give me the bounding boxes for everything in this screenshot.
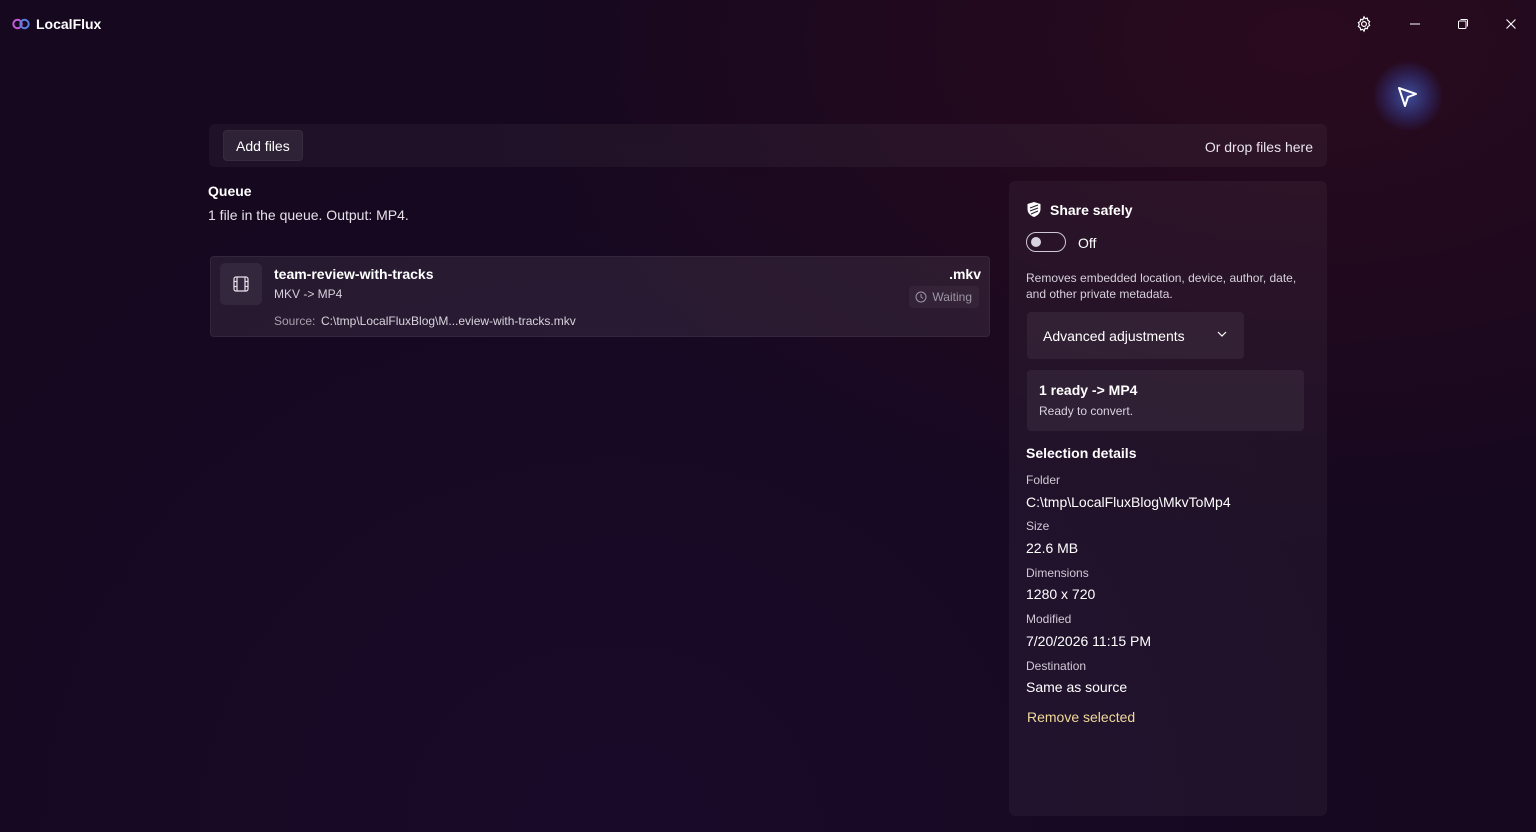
file-name: team-review-with-tracks bbox=[274, 266, 434, 282]
size-value: 22.6 MB bbox=[1026, 540, 1079, 556]
share-safely-toggle[interactable] bbox=[1026, 232, 1066, 252]
toggle-state-label: Off bbox=[1078, 235, 1097, 251]
clock-icon bbox=[915, 291, 927, 303]
modified-value: 7/20/2026 11:15 PM bbox=[1026, 633, 1152, 649]
queue-summary: 1 file in the queue. Output: MP4. bbox=[208, 207, 409, 223]
title-bar: LocalFlux bbox=[0, 0, 1536, 48]
close-icon bbox=[1506, 19, 1516, 29]
settings-button[interactable] bbox=[1348, 8, 1380, 40]
cursor-pointer-icon bbox=[1398, 87, 1417, 107]
status-badge: Waiting bbox=[909, 286, 979, 308]
share-safely-header: Share safely bbox=[1026, 201, 1133, 218]
minimize-icon bbox=[1410, 23, 1420, 25]
file-conversion: MKV -> MP4 bbox=[274, 287, 343, 301]
share-safely-title: Share safely bbox=[1050, 201, 1133, 218]
queue-item[interactable]: team-review-with-tracks MKV -> MP4 Sourc… bbox=[210, 256, 990, 337]
add-files-button[interactable]: Add files bbox=[223, 130, 303, 161]
queue-heading: Queue bbox=[208, 183, 252, 199]
share-safely-description: Removes embedded location, device, autho… bbox=[1026, 271, 1297, 301]
app-logo-icon bbox=[12, 18, 30, 30]
file-thumbnail bbox=[220, 263, 262, 305]
details-panel: Share safely Off Removes embedded locati… bbox=[1009, 181, 1327, 816]
ready-subtitle: Ready to convert. bbox=[1039, 404, 1134, 418]
remove-selected-link[interactable]: Remove selected bbox=[1027, 709, 1135, 725]
folder-label: Folder bbox=[1026, 473, 1061, 487]
minimize-button[interactable] bbox=[1399, 8, 1431, 40]
toggle-knob bbox=[1031, 237, 1041, 247]
gear-icon bbox=[1357, 15, 1371, 33]
file-extension: .mkv bbox=[949, 266, 981, 282]
chevron-down-icon bbox=[1217, 331, 1227, 337]
film-icon bbox=[233, 276, 249, 292]
dimensions-label: Dimensions bbox=[1026, 566, 1089, 580]
destination-value: Same as source bbox=[1026, 679, 1128, 695]
restore-icon bbox=[1458, 19, 1468, 29]
ready-title: 1 ready -> MP4 bbox=[1039, 382, 1138, 398]
advanced-adjustments-button[interactable]: Advanced adjustments bbox=[1027, 312, 1244, 359]
restore-button[interactable] bbox=[1447, 8, 1479, 40]
selection-details-heading: Selection details bbox=[1026, 445, 1137, 461]
close-button[interactable] bbox=[1495, 8, 1527, 40]
status-text: Waiting bbox=[932, 290, 972, 304]
modified-label: Modified bbox=[1026, 612, 1072, 626]
advanced-adjustments-label: Advanced adjustments bbox=[1043, 328, 1185, 344]
ready-summary-card: 1 ready -> MP4 Ready to convert. bbox=[1027, 370, 1304, 431]
file-source-path: C:\tmp\LocalFluxBlog\M...eview-with-trac… bbox=[321, 314, 576, 328]
drop-hint: Or drop files here bbox=[1204, 139, 1313, 155]
shield-icon bbox=[1027, 202, 1041, 217]
file-drop-zone[interactable]: Add files Or drop files here bbox=[209, 124, 1327, 167]
folder-value: C:\tmp\LocalFluxBlog\MkvToMp4 bbox=[1026, 494, 1231, 510]
size-label: Size bbox=[1026, 519, 1050, 533]
dimensions-value: 1280 x 720 bbox=[1026, 586, 1096, 602]
destination-label: Destination bbox=[1026, 659, 1087, 673]
file-source-label: Source: bbox=[274, 314, 316, 328]
app-title: LocalFlux bbox=[36, 16, 102, 32]
